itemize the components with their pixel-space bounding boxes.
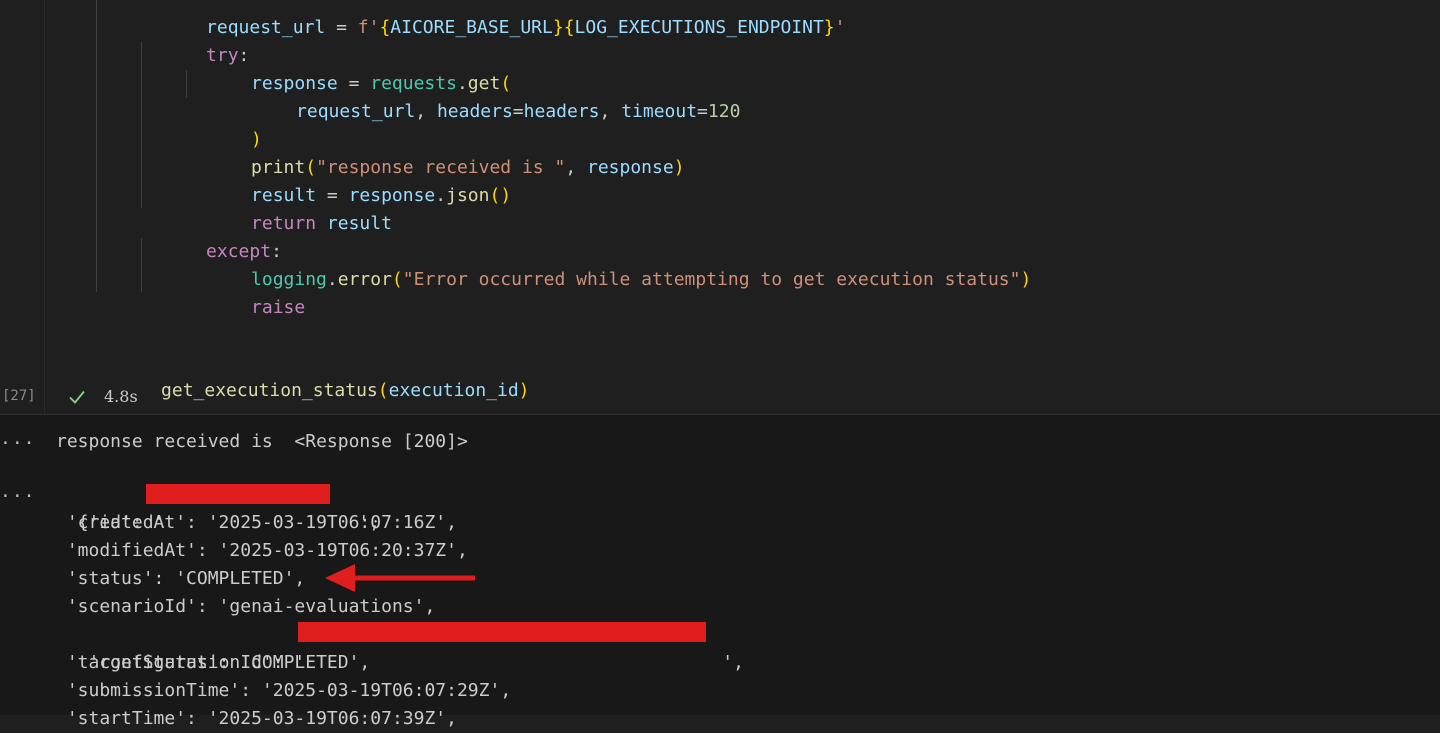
code-line-try: try: xyxy=(206,45,250,66)
output-line-start: 'startTime': '2025-03-19T06:07:39Z', xyxy=(56,708,457,729)
annotation-arrow-icon xyxy=(325,564,475,592)
output-line-modified: 'modifiedAt': '2025-03-19T06:20:37Z', xyxy=(56,540,468,561)
check-icon xyxy=(69,390,85,404)
output-more-icon[interactable]: ... xyxy=(0,428,36,449)
execution-duration: 4.8s xyxy=(104,387,138,406)
output-line-response: response received is <Response [200]> xyxy=(56,431,468,452)
redaction-bar xyxy=(298,622,706,642)
output-line-created: 'createdAt': '2025-03-19T06:07:16Z', xyxy=(56,512,457,533)
cell-gutter xyxy=(0,0,45,414)
code-line-raise: raise xyxy=(251,297,306,318)
code-line-result: result = response.json() xyxy=(251,185,512,206)
output-line-target: 'targetStatus': 'COMPLETED', xyxy=(56,652,371,673)
redaction-bar xyxy=(146,484,330,504)
output-more-icon[interactable]: ... xyxy=(0,481,36,502)
code-cell[interactable]: request_url = f'{AICORE_BASE_URL}{LOG_EX… xyxy=(0,0,1440,414)
execution-count: [27] xyxy=(2,388,36,404)
code-line-call: get_execution_status(execution_id) xyxy=(161,380,530,401)
code-line-request-url: request_url = f'{AICORE_BASE_URL}{LOG_EX… xyxy=(206,17,846,38)
indent-guide xyxy=(96,0,97,292)
code-line-except: except: xyxy=(206,241,282,262)
code-line-logging: logging.error("Error occurred while atte… xyxy=(251,269,1032,290)
code-line-response: response = requests.get( xyxy=(251,73,512,94)
code-line-return: return result xyxy=(251,213,392,234)
output-line-scenario: 'scenarioId': 'genai-evaluations', xyxy=(56,596,436,617)
code-line-close-paren: ) xyxy=(251,129,262,150)
output-line-submission: 'submissionTime': '2025-03-19T06:07:29Z'… xyxy=(56,680,512,701)
code-line-print: print("response received is ", response) xyxy=(251,157,685,178)
code-line-args: request_url, headers=headers, timeout=12… xyxy=(296,101,741,122)
output-line-status: 'status': 'COMPLETED', xyxy=(56,568,306,589)
